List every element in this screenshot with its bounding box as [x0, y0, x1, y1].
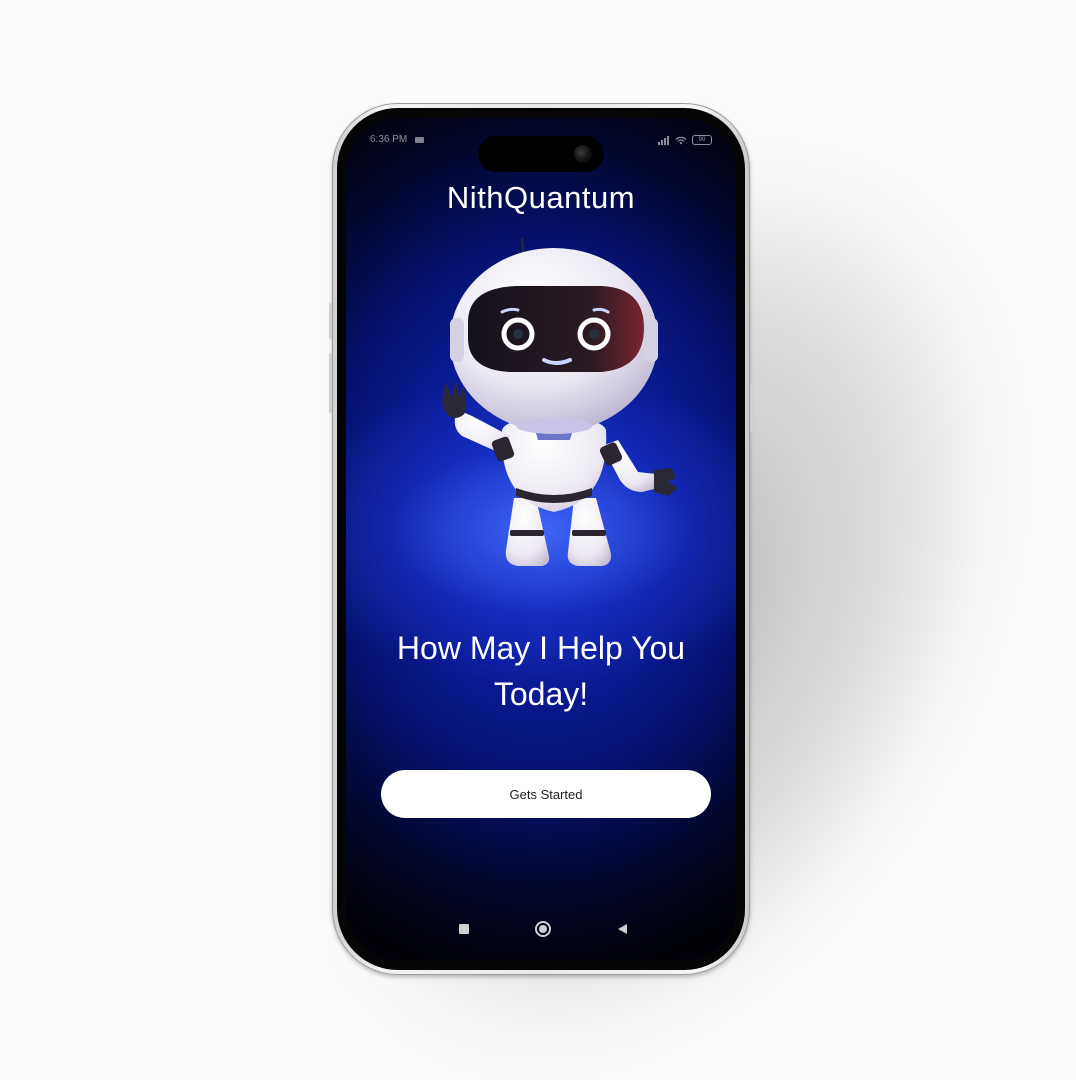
home-icon[interactable] — [535, 921, 551, 937]
get-started-button[interactable]: Gets Started — [381, 770, 711, 818]
signal-icon — [658, 135, 669, 145]
wifi-icon — [675, 136, 687, 144]
robot-mascot-illustration — [442, 237, 678, 566]
headline-line-1: How May I Help You — [396, 630, 686, 666]
phone-side-button — [750, 383, 753, 433]
status-time: 6:36 PM — [370, 134, 408, 145]
app-screen: 6:36 PM 90 NithQuantum How May I Help Yo… — [346, 118, 736, 960]
camera-notch — [478, 136, 604, 172]
battery-icon: 90 — [692, 135, 712, 145]
headline: How May I Help You Today! — [346, 625, 736, 717]
recent-apps-icon[interactable] — [459, 924, 469, 934]
phone-bezel: 6:36 PM 90 NithQuantum How May I Help Yo… — [337, 108, 745, 970]
system-navigation-bar — [346, 910, 736, 950]
phone-side-button — [329, 303, 332, 339]
app-title: NithQuantum — [446, 180, 636, 215]
headline-line-2: Today! — [493, 676, 589, 712]
phone-frame: 6:36 PM 90 NithQuantum How May I Help Yo… — [329, 103, 753, 975]
camera-icon — [415, 137, 424, 143]
status-indicators: 90 — [658, 132, 712, 148]
front-camera-icon — [574, 145, 592, 163]
back-icon[interactable] — [618, 924, 627, 934]
phone-side-button — [329, 353, 332, 413]
